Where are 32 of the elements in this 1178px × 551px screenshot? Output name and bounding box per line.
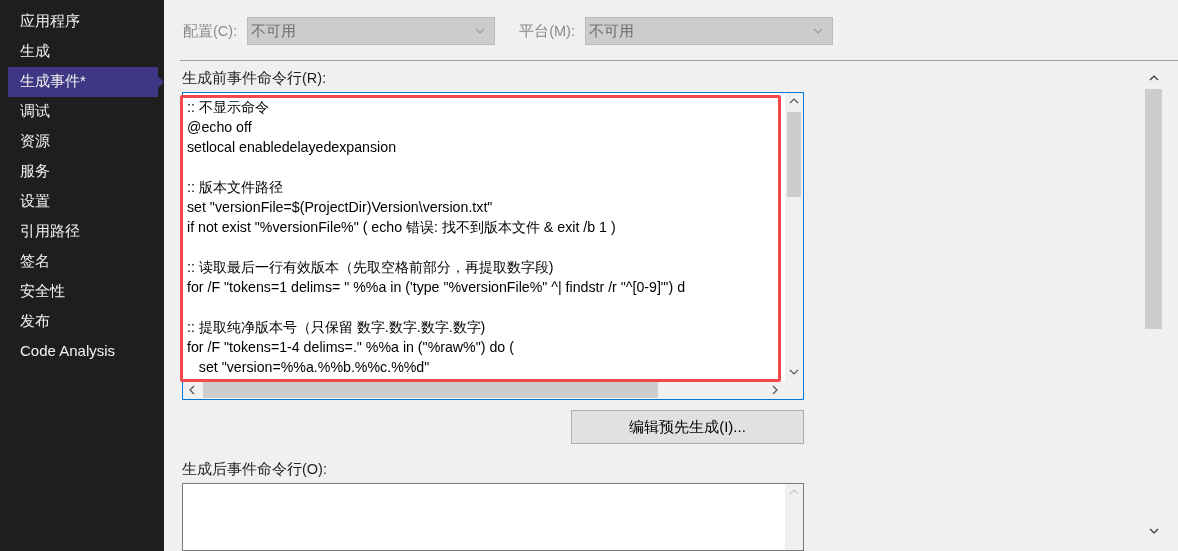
- vertical-scrollbar[interactable]: [785, 93, 803, 382]
- scroll-thumb[interactable]: [203, 382, 658, 399]
- sidebar-item[interactable]: 设置: [0, 187, 158, 217]
- edit-prebuild-button[interactable]: 编辑预先生成(I)...: [571, 410, 804, 444]
- code-line: for /F "tokens=1-4 delims=." %%a in ("%raw%") do (: [187, 338, 515, 357]
- field-label: 生成前事件命令行(R):: [182, 69, 327, 88]
- code-line: :: 版本文件路径: [187, 178, 284, 197]
- sidebar-item[interactable]: 发布: [0, 307, 158, 337]
- field-label: 平台(M):: [519, 21, 575, 41]
- sidebar-item[interactable]: 调试: [0, 97, 158, 127]
- field-label: 生成后事件命令行(O):: [182, 459, 327, 479]
- code-line: :: 不显示命令: [187, 98, 270, 117]
- scroll-thumb[interactable]: [1145, 89, 1162, 329]
- code-line: set "versionFile=$(ProjectDir)Version\version.txt": [187, 198, 494, 217]
- code-line: if not exist "%versionFile%" ( echo 错误: 找不到版本文件 & exit /b 1 ): [187, 218, 617, 237]
- code-line: set "version=%%a.%%b.%%c.%%d": [197, 358, 431, 377]
- sidebar-item[interactable]: 应用程序: [0, 7, 158, 37]
- sidebar-item[interactable]: 引用路径: [0, 217, 158, 247]
- sidebar-item[interactable]: 资源: [0, 127, 158, 157]
- sidebar-item[interactable]: 生成事件*: [8, 67, 164, 97]
- code-line: @echo off: [187, 118, 253, 137]
- code-line: setlocal enabledelayedexpansion: [187, 138, 398, 157]
- sidebar-item[interactable]: 服务: [0, 157, 158, 187]
- sidebar-item[interactable]: Code Analysis: [0, 337, 158, 367]
- code-line: for /F "tokens=1 delims= " %%a in ('type "%versionFile%" ^| findstr /r "^[0-9]"') d: [187, 278, 687, 297]
- sidebar-item[interactable]: 安全性: [0, 277, 158, 307]
- code-line: :: 读取最后一行有效版本（先取空格前部分，再提取数字段): [187, 258, 555, 277]
- field-label: 配置(C):: [183, 21, 238, 41]
- scroll-thumb[interactable]: [787, 112, 801, 197]
- sidebar-item[interactable]: 生成: [0, 37, 158, 67]
- sidebar-item[interactable]: 签名: [0, 247, 158, 277]
- code-line: :: 提取纯净版本号（只保留 数字.数字.数字.数字): [187, 318, 487, 337]
